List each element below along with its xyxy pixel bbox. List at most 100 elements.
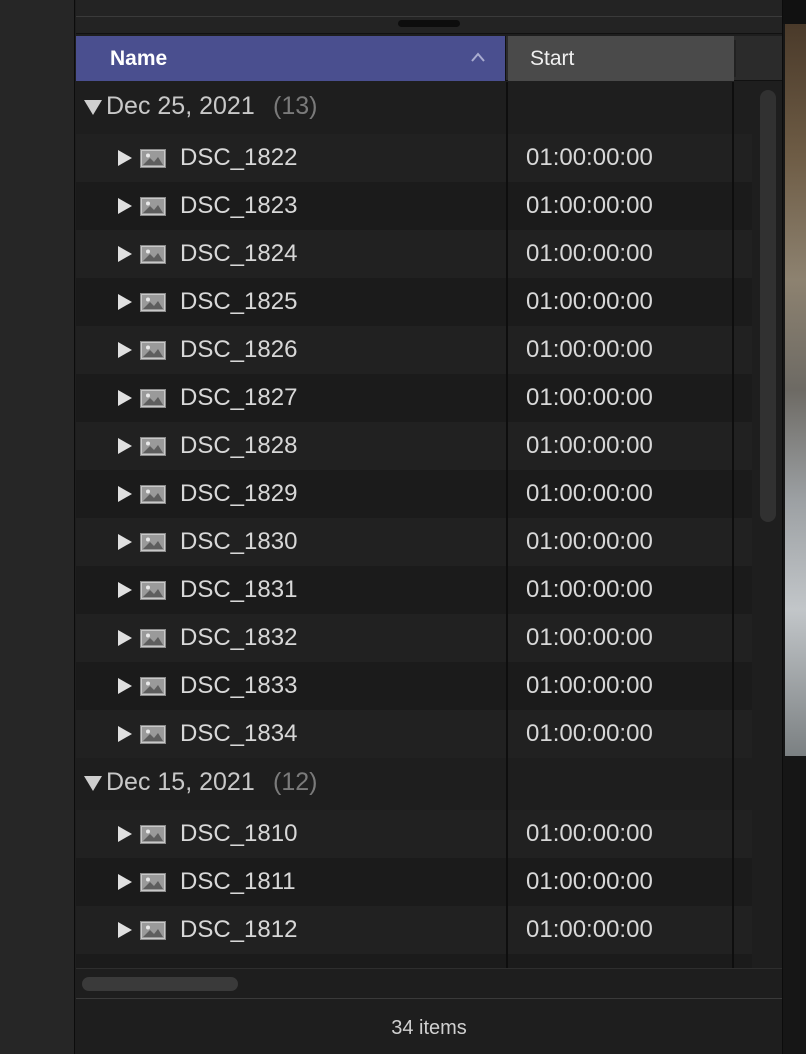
disclosure-right-icon[interactable] bbox=[118, 150, 132, 166]
clip-start-timecode: 01:00:00:00 bbox=[526, 720, 653, 747]
clip-list: Dec 25, 2021 (13) DSC_1822 01:00:00:00 DSC_1… bbox=[76, 82, 752, 968]
column-header-start[interactable]: Start bbox=[508, 36, 736, 81]
image-icon bbox=[140, 921, 166, 940]
disclosure-right-icon[interactable] bbox=[118, 630, 132, 646]
clip-name: DSC_1824 bbox=[180, 240, 298, 267]
clip-start-timecode: 01:00:00:00 bbox=[526, 576, 653, 603]
clip-start-timecode: 01:00:00:00 bbox=[526, 288, 653, 315]
disclosure-right-icon[interactable] bbox=[118, 438, 132, 454]
clip-name: DSC_1826 bbox=[180, 336, 298, 363]
image-icon bbox=[140, 629, 166, 648]
clip-browser: Name Start Dec 25, 2021 (13) DSC_1822 01:00… bbox=[76, 0, 782, 1054]
clip-start-timecode: 01:00:00:00 bbox=[526, 916, 653, 943]
clip-name: DSC_1825 bbox=[180, 288, 298, 315]
disclosure-right-icon[interactable] bbox=[118, 922, 132, 938]
group-header-row[interactable]: Dec 15, 2021 (12) bbox=[76, 758, 752, 810]
clip-row[interactable]: DSC_181301:00:00:00 bbox=[76, 954, 752, 968]
clip-row[interactable]: DSC_1825 01:00:00:00 bbox=[76, 278, 752, 326]
clip-name: DSC_1812 bbox=[180, 916, 298, 943]
group-header-row[interactable]: Dec 25, 2021 (13) bbox=[76, 82, 752, 134]
disclosure-right-icon[interactable] bbox=[118, 582, 132, 598]
column-header-name-label: Name bbox=[110, 47, 168, 70]
disclosure-right-icon[interactable] bbox=[118, 874, 132, 890]
clip-row[interactable]: DSC_1833 01:00:00:00 bbox=[76, 662, 752, 710]
clip-start-timecode: 01:00:00:00 bbox=[526, 384, 653, 411]
clip-name: DSC_1811 bbox=[180, 868, 296, 895]
image-icon bbox=[140, 389, 166, 408]
group-date-label: Dec 15, 2021 bbox=[106, 768, 255, 796]
viewer-edge bbox=[782, 0, 806, 1054]
clip-start-timecode: 01:00:00:00 bbox=[526, 528, 653, 555]
disclosure-down-icon[interactable] bbox=[84, 100, 102, 115]
clip-row[interactable]: DSC_1811 01:00:00:00 bbox=[76, 858, 752, 906]
image-icon bbox=[140, 533, 166, 552]
clip-row[interactable]: DSC_1826 01:00:00:00 bbox=[76, 326, 752, 374]
clip-start-timecode: 01:00:00:00 bbox=[526, 672, 653, 699]
clip-start-timecode: 01:00:00:00 bbox=[526, 480, 653, 507]
clip-name: DSC_1827 bbox=[180, 384, 298, 411]
column-header-start-label: Start bbox=[530, 47, 575, 70]
browser-top-bar bbox=[76, 0, 782, 34]
clip-start-timecode: 01:00:00:00 bbox=[526, 192, 653, 219]
image-icon bbox=[140, 581, 166, 600]
clip-name: DSC_1833 bbox=[180, 672, 298, 699]
horizontal-scrollbar-track bbox=[76, 968, 782, 998]
clip-name: DSC_1829 bbox=[180, 480, 298, 507]
clip-row[interactable]: DSC_1829 01:00:00:00 bbox=[76, 470, 752, 518]
clip-row[interactable]: DSC_1834 01:00:00:00 bbox=[76, 710, 752, 758]
disclosure-right-icon[interactable] bbox=[118, 246, 132, 262]
column-divider[interactable] bbox=[506, 82, 508, 968]
clip-row[interactable]: DSC_1810 01:00:00:00 bbox=[76, 810, 752, 858]
clip-row[interactable]: DSC_1830 01:00:00:00 bbox=[76, 518, 752, 566]
viewer-top bbox=[783, 0, 806, 24]
disclosure-right-icon[interactable] bbox=[118, 198, 132, 214]
column-header-name[interactable]: Name bbox=[76, 36, 506, 81]
image-icon bbox=[140, 485, 166, 504]
disclosure-down-icon[interactable] bbox=[84, 776, 102, 791]
disclosure-right-icon[interactable] bbox=[118, 726, 132, 742]
disclosure-right-icon[interactable] bbox=[118, 678, 132, 694]
image-icon bbox=[140, 341, 166, 360]
vertical-scrollbar[interactable] bbox=[760, 90, 776, 522]
image-icon bbox=[140, 245, 166, 264]
clip-row[interactable]: DSC_1827 01:00:00:00 bbox=[76, 374, 752, 422]
disclosure-right-icon[interactable] bbox=[118, 390, 132, 406]
chevron-up-icon[interactable] bbox=[470, 51, 486, 63]
resize-handle[interactable] bbox=[398, 20, 460, 27]
disclosure-right-icon[interactable] bbox=[118, 826, 132, 842]
clip-name: DSC_1822 bbox=[180, 144, 298, 171]
clip-start-timecode: 01:00:00:00 bbox=[526, 868, 653, 895]
left-sidebar-strip bbox=[0, 0, 75, 1054]
clip-row[interactable]: DSC_1828 01:00:00:00 bbox=[76, 422, 752, 470]
clip-row[interactable]: DSC_1822 01:00:00:00 bbox=[76, 134, 752, 182]
clip-name: DSC_1832 bbox=[180, 624, 298, 651]
disclosure-right-icon[interactable] bbox=[118, 486, 132, 502]
group-date-label: Dec 25, 2021 bbox=[106, 92, 255, 120]
clip-name: DSC_1834 bbox=[180, 720, 298, 747]
status-footer: 34 items bbox=[76, 998, 782, 1054]
column-divider[interactable] bbox=[732, 82, 734, 968]
clip-row[interactable]: DSC_1832 01:00:00:00 bbox=[76, 614, 752, 662]
image-icon bbox=[140, 149, 166, 168]
clip-row[interactable]: DSC_1824 01:00:00:00 bbox=[76, 230, 752, 278]
clip-row[interactable]: DSC_1823 01:00:00:00 bbox=[76, 182, 752, 230]
clip-start-timecode: 01:00:00:00 bbox=[526, 624, 653, 651]
clip-name: DSC_1823 bbox=[180, 192, 298, 219]
list-header: Name Start bbox=[76, 36, 782, 81]
clip-start-timecode: 01:00:00:00 bbox=[526, 820, 653, 847]
group-count-label: (13) bbox=[273, 92, 318, 120]
clip-start-timecode: 01:00:00:00 bbox=[526, 144, 653, 171]
image-icon bbox=[140, 437, 166, 456]
disclosure-right-icon[interactable] bbox=[118, 534, 132, 550]
horizontal-scrollbar[interactable] bbox=[82, 977, 238, 991]
disclosure-right-icon[interactable] bbox=[118, 342, 132, 358]
clip-name: DSC_1828 bbox=[180, 432, 298, 459]
clip-name: DSC_1830 bbox=[180, 528, 298, 555]
column-resize-handle[interactable] bbox=[734, 40, 736, 77]
item-count: 34 items bbox=[391, 1017, 467, 1039]
image-icon bbox=[140, 197, 166, 216]
clip-row[interactable]: DSC_1812 01:00:00:00 bbox=[76, 906, 752, 954]
disclosure-right-icon[interactable] bbox=[118, 294, 132, 310]
image-icon bbox=[140, 725, 166, 744]
clip-row[interactable]: DSC_1831 01:00:00:00 bbox=[76, 566, 752, 614]
